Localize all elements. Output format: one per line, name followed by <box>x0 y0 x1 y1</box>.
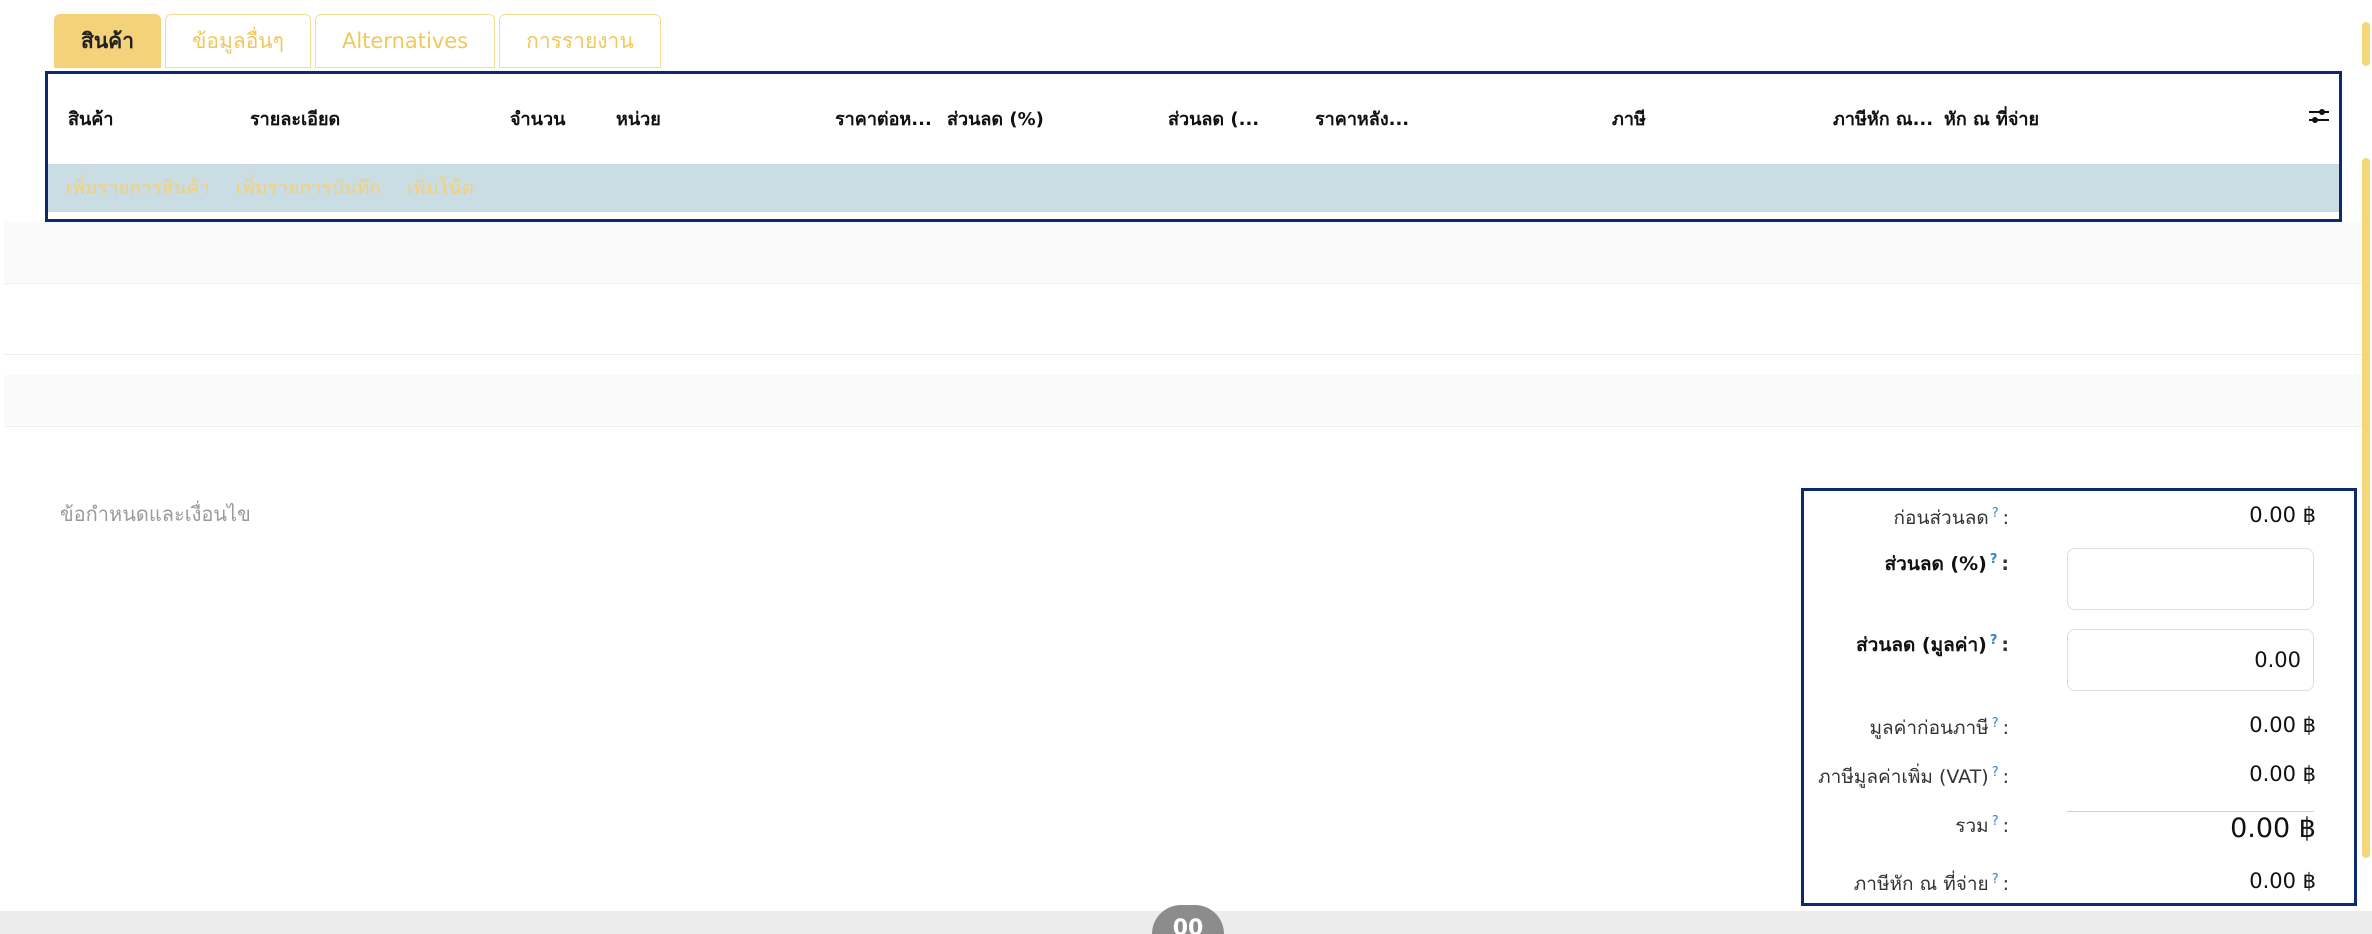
tab-alternatives[interactable]: Alternatives <box>314 14 496 68</box>
help-icon[interactable]: ? <box>1990 633 1998 648</box>
total-label: รวม?: <box>1955 813 2009 837</box>
help-icon[interactable]: ? <box>1992 716 1999 731</box>
scrollbar-thumb-outer[interactable] <box>2362 22 2370 66</box>
empty-row <box>4 375 2362 425</box>
add-line-row: เพิ่มรายการสินค้า เพิ่มรายการบันทึก เพิ่… <box>48 164 2339 212</box>
chat-bubble-button[interactable]: 00 <box>1152 905 1224 934</box>
discount-percent-input[interactable] <box>2067 548 2314 610</box>
table-header: สินค้า รายละเอียด จำนวน หน่วย ราคาต่อห..… <box>48 74 2339 160</box>
scrollbar[interactable] <box>2358 0 2372 934</box>
vat-label: ภาษีมูลค่าเพิ่ม (VAT)?: <box>1818 764 2009 788</box>
column-header-discount-amount[interactable]: ส่วนลด (... <box>1168 104 1259 133</box>
tab-reporting[interactable]: การรายงาน <box>499 14 661 68</box>
discount-amount-label: ส่วนลด (มูลค่า)?: <box>1856 632 2009 656</box>
order-lines-table: สินค้า รายละเอียด จำนวน หน่วย ราคาต่อห..… <box>45 71 2342 222</box>
before-discount-value: 0.00 ฿ <box>2249 503 2316 527</box>
row-divider <box>4 283 2362 284</box>
scrollbar-thumb[interactable] <box>2362 158 2370 858</box>
untaxed-value: 0.00 ฿ <box>2249 713 2316 737</box>
total-value: 0.00 ฿ <box>2230 813 2316 844</box>
column-header-unit[interactable]: หน่วย <box>616 104 661 133</box>
help-icon[interactable]: ? <box>1992 765 1999 780</box>
column-header-unit-price[interactable]: ราคาต่อห... <box>835 104 932 133</box>
add-section-link[interactable]: เพิ่มรายการบันทึก <box>236 173 381 203</box>
untaxed-label: มูลค่าก่อนภาษี?: <box>1869 715 2009 739</box>
help-icon[interactable]: ? <box>1990 552 1998 567</box>
tab-products[interactable]: สินค้า <box>54 14 162 68</box>
notebook-tabs: สินค้า ข้อมูลอื่นๆ Alternatives การรายงา… <box>54 14 661 68</box>
totals-separator <box>2067 811 2314 812</box>
column-header-withholding[interactable]: หัก ณ ที่จ่าย <box>1944 104 2039 133</box>
before-discount-label: ก่อนส่วนลด?: <box>1893 505 2009 529</box>
withholding-value: 0.00 ฿ <box>2249 869 2316 893</box>
column-header-product[interactable]: สินค้า <box>68 104 113 133</box>
column-header-discount-percent[interactable]: ส่วนลด (%) <box>947 104 1044 133</box>
empty-row <box>4 222 2362 282</box>
tab-other-info[interactable]: ข้อมูลอื่นๆ <box>165 14 311 68</box>
withholding-label: ภาษีหัก ณ ที่จ่าย?: <box>1853 871 2009 895</box>
help-icon[interactable]: ? <box>1992 872 1999 887</box>
help-icon[interactable]: ? <box>1992 814 1999 829</box>
column-header-taxes[interactable]: ภาษี <box>1612 104 1646 133</box>
row-divider <box>4 354 2362 355</box>
terms-and-conditions-field[interactable]: ข้อกำหนดและเงื่อนไข <box>60 498 251 530</box>
discount-amount-input[interactable] <box>2067 629 2314 691</box>
sliders-icon[interactable] <box>2307 104 2331 128</box>
vat-value: 0.00 ฿ <box>2249 762 2316 786</box>
column-header-price-after-discount[interactable]: ราคาหลัง... <box>1315 104 1409 133</box>
totals-summary: ก่อนส่วนลด?: 0.00 ฿ ส่วนลด (%)?: ส่วนลด … <box>1801 488 2357 906</box>
column-header-withholding-tax[interactable]: ภาษีหัก ณ... <box>1833 104 1933 133</box>
add-note-link[interactable]: เพิ่มโน้ต <box>407 173 474 203</box>
sale-order-page: สินค้า ข้อมูลอื่นๆ Alternatives การรายงา… <box>0 0 2372 934</box>
row-divider <box>4 426 2362 427</box>
add-product-link[interactable]: เพิ่มรายการสินค้า <box>66 173 210 203</box>
column-header-description[interactable]: รายละเอียด <box>250 104 340 133</box>
discount-percent-label: ส่วนลด (%)?: <box>1884 551 2009 575</box>
help-icon[interactable]: ? <box>1992 506 1999 521</box>
column-header-quantity[interactable]: จำนวน <box>510 104 565 133</box>
